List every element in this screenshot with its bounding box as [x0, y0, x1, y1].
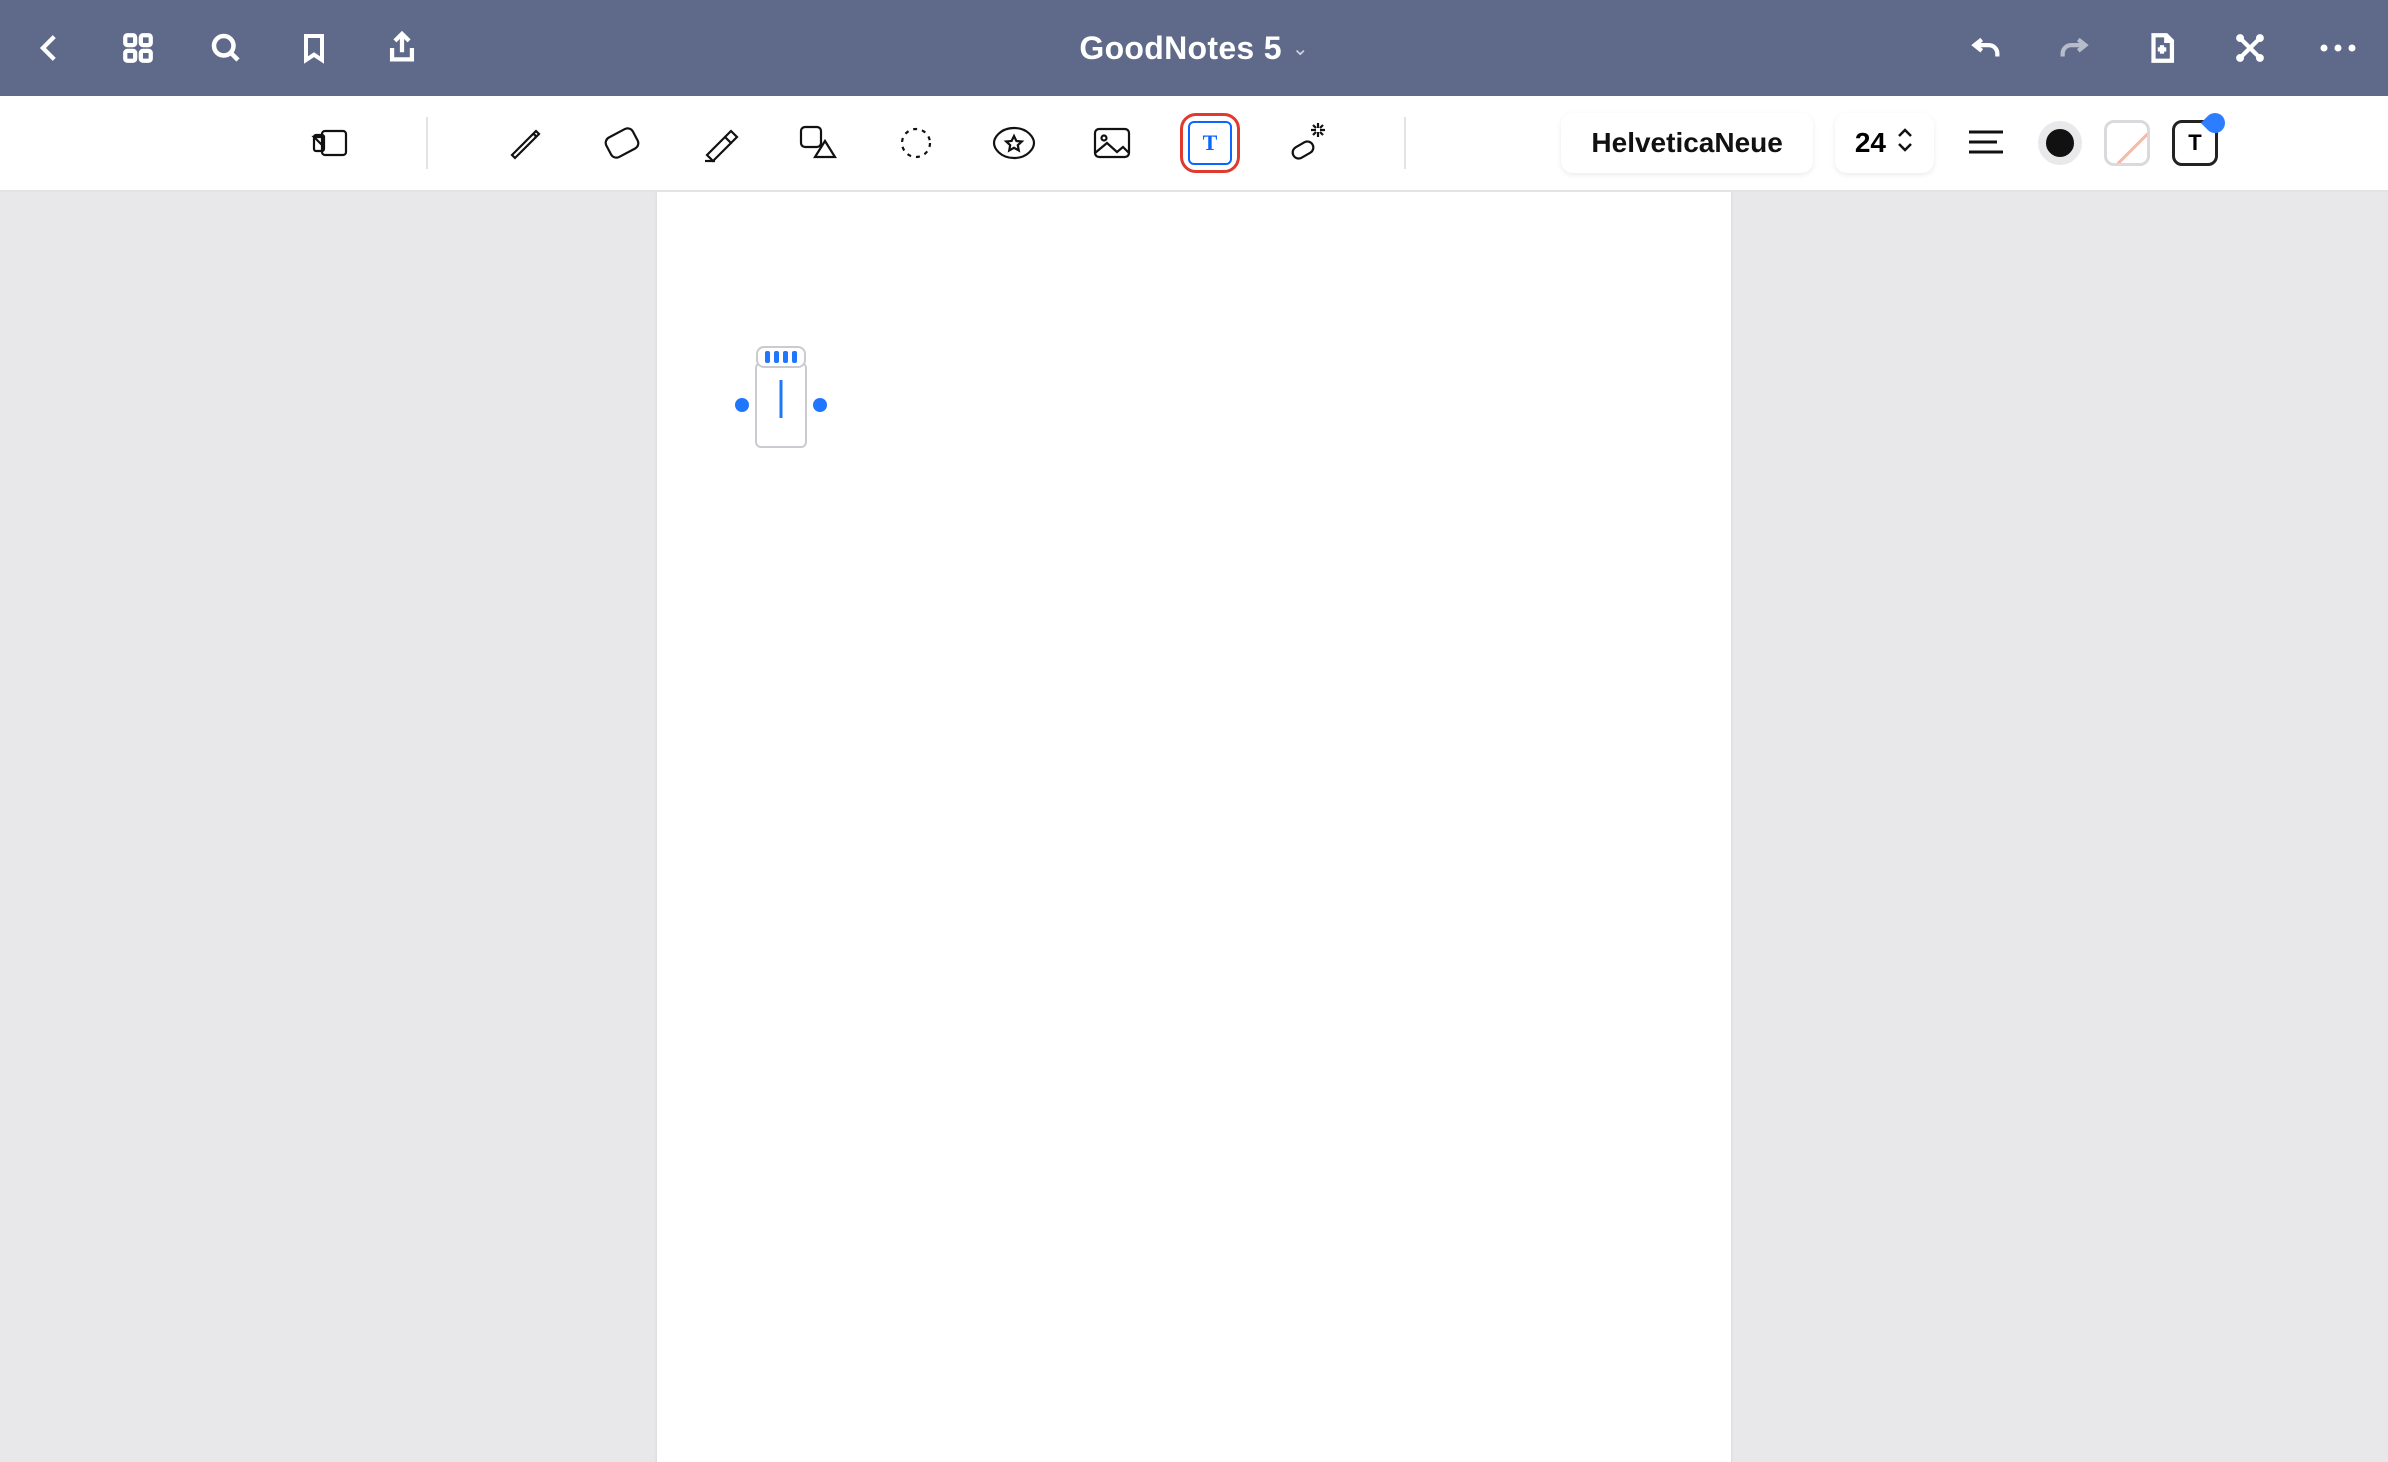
text-color-picker[interactable] [2038, 121, 2082, 165]
font-size-stepper[interactable]: 24 [1835, 113, 1934, 173]
eraser-tool[interactable] [592, 113, 652, 173]
divider [426, 117, 428, 169]
add-page-button[interactable] [2136, 22, 2188, 74]
bookmark-button[interactable] [288, 22, 340, 74]
page[interactable] [657, 192, 1731, 1462]
app-titlebar: GoodNotes 5 ⌄ [0, 0, 2388, 96]
font-name-label: HelveticaNeue [1591, 127, 1782, 159]
text-caret [780, 380, 783, 418]
elements-tool[interactable] [984, 113, 1044, 173]
pen-tool[interactable] [494, 113, 554, 173]
undo-button[interactable] [1960, 22, 2012, 74]
thumbnails-button[interactable] [112, 22, 164, 74]
font-picker[interactable]: HelveticaNeue [1561, 113, 1812, 173]
canvas[interactable] [0, 192, 2388, 1462]
image-tool[interactable] [1082, 113, 1142, 173]
divider [1404, 117, 1406, 169]
shape-tool[interactable] [788, 113, 848, 173]
chevron-down-icon: ⌄ [1292, 36, 1309, 61]
text-tool-icon: T [1188, 121, 1232, 165]
search-button[interactable] [200, 22, 252, 74]
more-button[interactable] [2312, 22, 2364, 74]
textbox-resize-handle-right[interactable] [813, 398, 827, 412]
close-fullscreen-button[interactable] [2224, 22, 2276, 74]
highlighter-tool[interactable] [690, 113, 750, 173]
lasso-tool[interactable] [886, 113, 946, 173]
editor-toolbar: T HelveticaNeue 24 T [0, 96, 2388, 192]
paragraph-style-button[interactable] [1956, 113, 2016, 173]
document-title: GoodNotes 5 [1079, 30, 1281, 67]
text-tool[interactable]: T [1180, 113, 1240, 173]
active-textbox[interactable] [755, 362, 807, 448]
text-background-picker[interactable] [2104, 120, 2150, 166]
back-button[interactable] [24, 22, 76, 74]
textbox-resize-handle-left[interactable] [735, 398, 749, 412]
laser-pointer-tool[interactable] [1278, 113, 1338, 173]
share-button[interactable] [376, 22, 428, 74]
zoom-tool[interactable] [300, 113, 360, 173]
font-size-label: 24 [1855, 127, 1886, 159]
textbox-style-button[interactable]: T [2172, 120, 2218, 166]
redo-button[interactable] [2048, 22, 2100, 74]
stepper-arrows-icon [1896, 127, 1914, 160]
textbox-drag-handle[interactable] [756, 346, 806, 368]
